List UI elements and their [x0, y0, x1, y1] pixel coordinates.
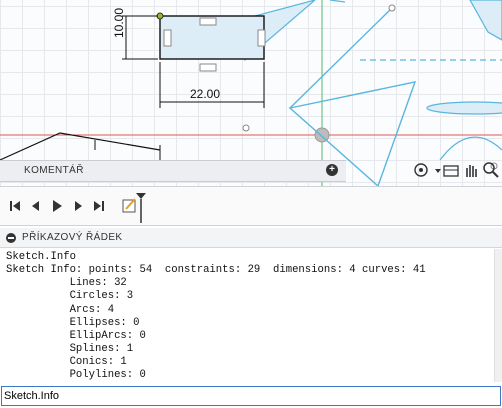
output-line: Splines: 1 [6, 343, 134, 356]
output-line: Lines: 32 [6, 277, 127, 290]
output-line: Arcs: 4 [6, 303, 115, 316]
sketch-line-2[interactable] [329, 0, 346, 3]
first-icon[interactable] [8, 199, 22, 213]
chevron-down-icon[interactable] [434, 161, 442, 179]
zoom-icon[interactable] [482, 161, 500, 179]
output-line: Conics: 1 [6, 356, 127, 369]
comment-label: KOMENTÁŘ [24, 165, 84, 176]
output-line: Circles: 3 [6, 290, 134, 303]
output-line: Sketch.Info [6, 251, 76, 263]
timeline-marker[interactable] [136, 193, 146, 223]
pan-icon[interactable] [462, 161, 480, 179]
output-line: Ellipses: 0 [6, 316, 140, 329]
command-output: Sketch.Info Sketch Info: points: 54 const… [0, 249, 494, 382]
navigation-toolbar [410, 158, 502, 184]
sketch-line-1[interactable] [289, 7, 393, 109]
sketch-point[interactable] [388, 4, 396, 12]
comment-panel[interactable]: KOMENTÁŘ + [0, 160, 346, 182]
orbit-icon[interactable] [412, 161, 430, 179]
dimension-width-value[interactable]: 22.00 [190, 87, 220, 101]
sketch-shape-right[interactable] [469, 0, 502, 41]
dimension-height[interactable] [122, 15, 158, 60]
output-line: Polylines: 0 [6, 369, 146, 382]
dimension-height-value[interactable]: 10.00 [112, 8, 126, 38]
play-icon[interactable] [50, 199, 64, 213]
previous-icon[interactable] [29, 199, 43, 213]
command-line-title: PŘÍKAZOVÝ ŘÁDEK [22, 232, 123, 243]
sketch-point[interactable] [242, 124, 250, 132]
sketch-lines-left[interactable] [0, 132, 161, 161]
command-input[interactable] [1, 386, 501, 406]
timeline-bar [0, 186, 502, 226]
command-line-header[interactable]: PŘÍKAZOVÝ ŘÁDEK [0, 228, 502, 248]
look-at-icon[interactable] [442, 161, 460, 179]
sketch-arc[interactable] [439, 136, 502, 161]
output-scrollbar[interactable] [494, 249, 502, 382]
collapse-icon[interactable] [6, 233, 16, 243]
output-line: EllipArcs: 0 [6, 329, 146, 342]
sketch-ellipse[interactable] [426, 101, 502, 115]
next-icon[interactable] [71, 199, 85, 213]
output-line: Sketch Info: points: 54 constraints: 29 … [6, 264, 426, 277]
plus-circle-icon[interactable]: + [326, 164, 338, 176]
last-icon[interactable] [92, 199, 106, 213]
